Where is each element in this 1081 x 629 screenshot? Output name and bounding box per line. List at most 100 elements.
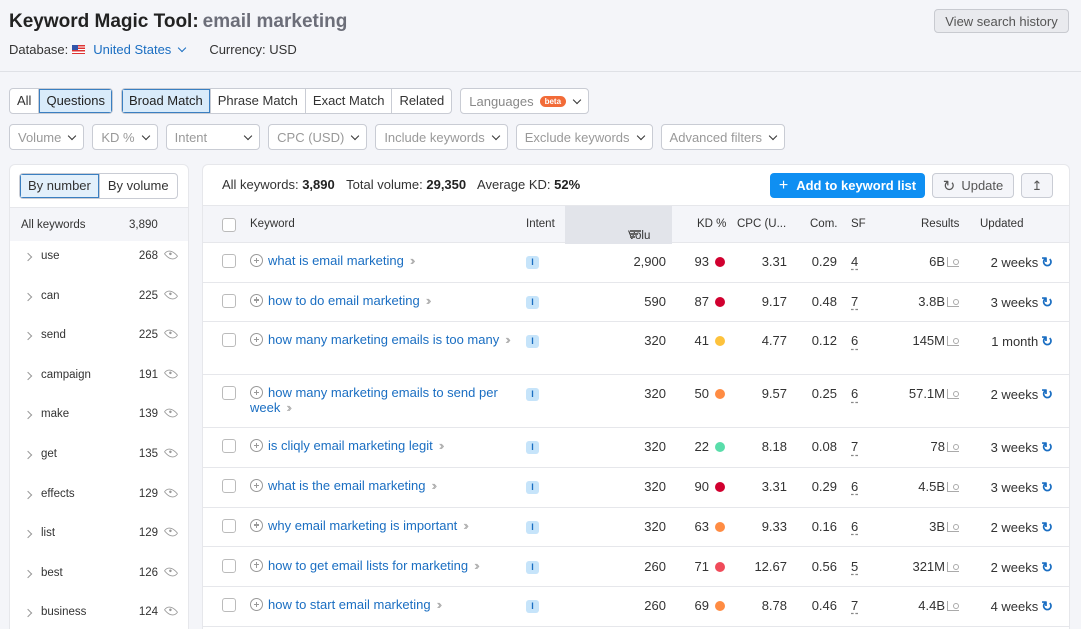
- chevron-right-icon[interactable]: [23, 490, 33, 499]
- view-search-history-button[interactable]: View search history: [934, 9, 1069, 33]
- refresh-icon[interactable]: ↻: [1041, 559, 1053, 576]
- add-keyword-icon[interactable]: [250, 333, 263, 347]
- serp-features-count[interactable]: 4: [851, 254, 858, 269]
- tab-all[interactable]: All: [10, 89, 40, 113]
- chevron-right-icon[interactable]: [23, 411, 33, 420]
- add-keyword-icon[interactable]: [250, 439, 263, 453]
- languages-dropdown[interactable]: Languages beta: [460, 88, 590, 114]
- refresh-icon[interactable]: ↻: [1041, 386, 1053, 403]
- tab-broad-match[interactable]: Broad Match: [122, 89, 211, 113]
- eye-icon[interactable]: [163, 564, 179, 580]
- eye-icon[interactable]: [163, 524, 179, 540]
- database-selector[interactable]: United States: [72, 42, 187, 57]
- filter-volume[interactable]: Volume: [9, 124, 85, 150]
- column-intent[interactable]: Intent: [526, 218, 555, 230]
- add-keyword-icon[interactable]: [250, 386, 263, 400]
- keyword-details-icon[interactable]: ››: [432, 478, 437, 493]
- view-serp-icon[interactable]: [947, 521, 959, 532]
- tab-questions[interactable]: Questions: [39, 89, 112, 113]
- column-cpc[interactable]: CPC (U...: [737, 218, 786, 230]
- chevron-right-icon[interactable]: [23, 569, 33, 579]
- add-keyword-icon[interactable]: [250, 254, 263, 267]
- column-updated[interactable]: Updated: [980, 218, 1023, 230]
- view-serp-icon[interactable]: [947, 257, 959, 267]
- refresh-icon[interactable]: ↻: [1041, 598, 1053, 615]
- eye-icon[interactable]: [163, 604, 179, 619]
- keyword-link[interactable]: why email marketing is important: [268, 518, 457, 533]
- keyword-group-item[interactable]: send 225: [10, 319, 188, 359]
- row-checkbox[interactable]: [222, 386, 236, 401]
- view-serp-icon[interactable]: [947, 296, 959, 307]
- chevron-right-icon[interactable]: [23, 252, 33, 262]
- keyword-details-icon[interactable]: ››: [505, 332, 510, 347]
- eye-icon[interactable]: [163, 326, 179, 342]
- keyword-group-item[interactable]: get 135: [10, 438, 188, 478]
- keyword-details-icon[interactable]: ››: [426, 293, 431, 308]
- eye-icon[interactable]: [163, 406, 179, 421]
- serp-features-count[interactable]: 6: [851, 479, 858, 494]
- view-serp-icon[interactable]: [947, 561, 959, 572]
- refresh-icon[interactable]: ↻: [1041, 479, 1053, 496]
- keyword-details-icon[interactable]: ››: [439, 438, 444, 453]
- column-serp-features[interactable]: SF: [851, 218, 866, 230]
- chevron-right-icon[interactable]: [23, 331, 33, 341]
- keyword-group-item[interactable]: campaign 191: [10, 359, 188, 399]
- add-keyword-icon[interactable]: [250, 598, 263, 612]
- serp-features-count[interactable]: 7: [851, 294, 858, 309]
- keyword-group-item[interactable]: business 124: [10, 596, 188, 629]
- row-checkbox[interactable]: [222, 254, 236, 268]
- export-button[interactable]: ↥: [1021, 173, 1053, 198]
- filter-intent[interactable]: Intent: [165, 124, 261, 150]
- add-keyword-icon[interactable]: [250, 293, 263, 307]
- filter-exclude-keywords[interactable]: Exclude keywords: [515, 124, 653, 150]
- keyword-group-item[interactable]: effects 129: [10, 478, 188, 518]
- filter-advanced-filters[interactable]: Advanced filters: [660, 124, 786, 150]
- keyword-link[interactable]: what is email marketing: [268, 253, 404, 268]
- keyword-details-icon[interactable]: ››: [474, 558, 479, 573]
- chevron-right-icon[interactable]: [23, 529, 33, 539]
- filter-cpc-usd[interactable]: CPC (USD): [268, 124, 368, 150]
- filter-kd[interactable]: KD %: [92, 124, 158, 150]
- add-keyword-icon[interactable]: [250, 558, 263, 572]
- add-to-keyword-list-button[interactable]: + Add to keyword list: [770, 173, 925, 198]
- all-keywords-group[interactable]: All keywords 3,890: [10, 207, 188, 241]
- refresh-icon[interactable]: ↻: [1041, 254, 1053, 271]
- row-checkbox[interactable]: [222, 333, 236, 348]
- tab-phrase-match[interactable]: Phrase Match: [211, 89, 306, 113]
- keyword-group-item[interactable]: can 225: [10, 280, 188, 320]
- keyword-details-icon[interactable]: ››: [437, 597, 442, 612]
- view-serp-icon[interactable]: [947, 601, 959, 612]
- keyword-details-icon[interactable]: ››: [463, 518, 468, 533]
- row-checkbox[interactable]: [222, 598, 236, 613]
- keyword-link[interactable]: what is the email marketing: [268, 478, 426, 493]
- chevron-right-icon[interactable]: [23, 609, 33, 618]
- tab-related[interactable]: Related: [392, 89, 451, 113]
- refresh-icon[interactable]: ↻: [1041, 439, 1053, 456]
- chevron-right-icon[interactable]: [23, 371, 33, 381]
- refresh-icon[interactable]: ↻: [1041, 519, 1053, 536]
- keyword-details-icon[interactable]: ››: [286, 400, 291, 415]
- row-checkbox[interactable]: [222, 439, 236, 454]
- serp-features-count[interactable]: 6: [851, 333, 858, 348]
- eye-icon[interactable]: [163, 287, 179, 302]
- add-keyword-icon[interactable]: [250, 479, 263, 493]
- serp-features-count[interactable]: 5: [851, 559, 858, 574]
- refresh-icon[interactable]: ↻: [1041, 294, 1053, 311]
- column-keyword[interactable]: Keyword: [250, 218, 295, 230]
- keyword-link[interactable]: how to start email marketing: [268, 597, 431, 612]
- chevron-right-icon[interactable]: [23, 450, 33, 460]
- column-kd[interactable]: KD %: [697, 218, 726, 230]
- serp-features-count[interactable]: 6: [851, 386, 858, 401]
- toggle-by-number[interactable]: By number: [20, 174, 100, 198]
- column-results[interactable]: Results: [921, 218, 959, 230]
- tab-exact-match[interactable]: Exact Match: [306, 89, 393, 113]
- row-checkbox[interactable]: [222, 518, 236, 533]
- row-checkbox[interactable]: [222, 479, 236, 494]
- eye-icon[interactable]: [163, 366, 179, 382]
- refresh-icon[interactable]: ↻: [1041, 333, 1053, 350]
- add-keyword-icon[interactable]: [250, 518, 263, 532]
- serp-features-count[interactable]: 6: [851, 519, 858, 534]
- filter-include-keywords[interactable]: Include keywords: [375, 124, 508, 150]
- view-serp-icon[interactable]: [947, 442, 959, 453]
- eye-icon[interactable]: [163, 445, 179, 461]
